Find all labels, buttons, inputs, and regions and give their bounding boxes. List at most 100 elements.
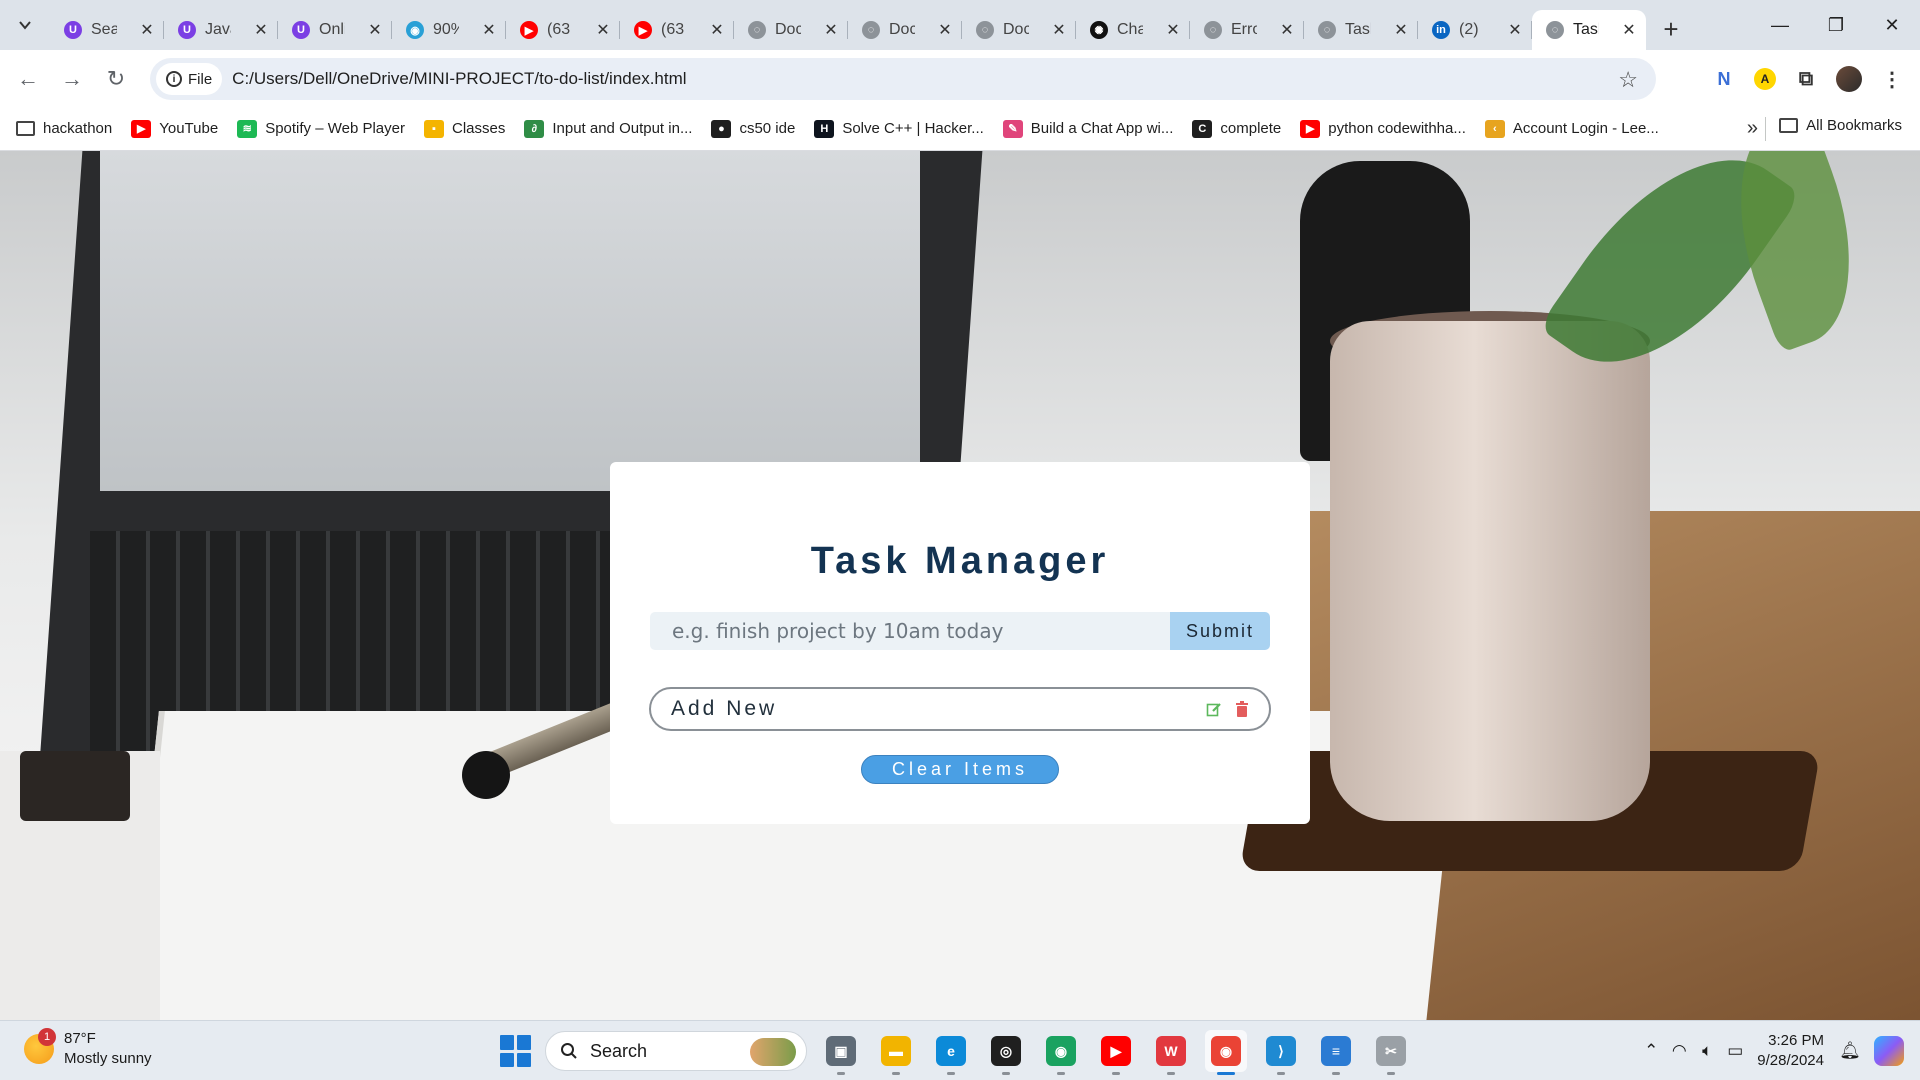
edit-icon[interactable]	[1205, 700, 1223, 718]
close-tab-icon[interactable]: ✕	[138, 20, 156, 40]
close-tab-icon[interactable]: ✕	[480, 20, 498, 40]
clock[interactable]: 3:26 PM 9/28/2024	[1757, 1031, 1824, 1071]
tab[interactable]: U Onli ✕	[278, 10, 392, 50]
running-indicator	[837, 1072, 845, 1075]
tab[interactable]: U Sear ✕	[50, 10, 164, 50]
task-input[interactable]	[650, 612, 1170, 650]
bookmark-item[interactable]: ✎ Build a Chat App wi...	[1002, 119, 1173, 138]
more-menu-icon[interactable]: ⋮	[1878, 65, 1906, 93]
close-tab-icon[interactable]: ✕	[1392, 20, 1410, 40]
weather-widget[interactable]: 1 87°F Mostly sunny	[24, 1028, 152, 1069]
taskbar-app[interactable]: ◉	[1205, 1030, 1247, 1075]
taskbar-app[interactable]: ▬	[875, 1030, 917, 1075]
clear-items-button[interactable]: Clear Items	[861, 755, 1059, 784]
tab-title: Doc	[1003, 21, 1029, 38]
taskbar-app[interactable]: ▶	[1095, 1030, 1137, 1075]
task-text: Add New	[671, 697, 778, 720]
close-tab-icon[interactable]: ✕	[252, 20, 270, 40]
close-tab-icon[interactable]: ✕	[1278, 20, 1296, 40]
url-text[interactable]: C:/Users/Dell/OneDrive/MINI-PROJECT/to-d…	[232, 69, 686, 89]
bookmark-label: python codewithha...	[1328, 120, 1466, 137]
notification-badge: 1	[38, 1028, 56, 1046]
taskbar-app[interactable]: ✂	[1370, 1030, 1412, 1075]
bookmark-label: hackathon	[43, 120, 113, 137]
tab[interactable]: ◌ Doc ✕	[962, 10, 1076, 50]
site-info-chip[interactable]: i File	[156, 63, 223, 95]
tab[interactable]: ▶ (63 ✕	[620, 10, 734, 50]
close-tab-icon[interactable]: ✕	[1164, 20, 1182, 40]
back-button[interactable]: ←	[10, 61, 46, 97]
avatar[interactable]	[1836, 66, 1862, 92]
bookmark-list: hackathon ▶ YouTube ≋ Spotify – Web Player ▪ C…	[16, 119, 1678, 138]
tab[interactable]: ▶ (63 ✕	[506, 10, 620, 50]
puzzle-icon[interactable]: ⧉	[1792, 65, 1820, 93]
taskbar-app[interactable]: e	[930, 1030, 972, 1075]
tab[interactable]: ◌ Erro ✕	[1190, 10, 1304, 50]
close-window-button[interactable]: ✕	[1864, 0, 1920, 50]
bookmark-item[interactable]: Ccomplete	[1192, 119, 1281, 138]
running-indicator	[892, 1072, 900, 1075]
tab[interactable]: ◉ 90% ✕	[392, 10, 506, 50]
taskbar-app[interactable]: ≡	[1315, 1030, 1357, 1075]
bookmark-item[interactable]: ∂ Input and Output in...	[524, 119, 692, 138]
tab[interactable]: in (2) ✕	[1418, 10, 1532, 50]
submit-button[interactable]: Submit	[1170, 612, 1270, 650]
bookmark-item[interactable]: ● cs50 ide	[711, 119, 795, 138]
tab[interactable]: U Java ✕	[164, 10, 278, 50]
bookmark-item[interactable]: H Solve C++ | Hacker...	[814, 119, 984, 138]
close-tab-icon[interactable]: ✕	[822, 20, 840, 40]
all-bookmarks-button[interactable]: All Bookmarks	[1779, 117, 1902, 134]
bookmark-item[interactable]: ▶ YouTube	[131, 119, 218, 138]
tab[interactable]: ◌ Doc ✕	[848, 10, 962, 50]
taskbar-search[interactable]: Search	[545, 1031, 807, 1071]
close-tab-icon[interactable]: ✕	[1050, 20, 1068, 40]
running-indicator	[1002, 1072, 1010, 1075]
bookmark-item[interactable]: hackathon	[16, 120, 112, 137]
reload-button[interactable]: ↻	[98, 61, 134, 97]
extension-n-icon[interactable]: N	[1710, 65, 1738, 93]
bookmark-item[interactable]: ≋ Spotify – Web Player	[237, 119, 405, 138]
more-bookmarks-icon[interactable]: »	[1747, 117, 1758, 140]
battery-icon[interactable]: ▭	[1721, 1037, 1749, 1065]
close-tab-icon[interactable]: ✕	[1620, 20, 1638, 40]
forward-button[interactable]: →	[54, 61, 90, 97]
tab[interactable]: ◌ Task ✕	[1532, 10, 1646, 50]
tab-title: Task	[1345, 21, 1371, 38]
taskbar-app[interactable]: ▣	[820, 1030, 862, 1075]
close-tab-icon[interactable]: ✕	[1506, 20, 1524, 40]
taskbar-app[interactable]: ◉	[1040, 1030, 1082, 1075]
chevron-up-icon[interactable]: ⌃	[1637, 1037, 1665, 1065]
close-tab-icon[interactable]: ✕	[708, 20, 726, 40]
copilot-icon[interactable]	[1874, 1036, 1904, 1066]
address-bar[interactable]: i File C:/Users/Dell/OneDrive/MINI-PROJE…	[150, 58, 1656, 100]
bookmark-item[interactable]: ▶ python codewithha...	[1300, 119, 1466, 138]
tab[interactable]: ✺ Cha ✕	[1076, 10, 1190, 50]
tab-title: Java	[205, 21, 231, 38]
close-tab-icon[interactable]: ✕	[366, 20, 384, 40]
restore-button[interactable]: ❐	[1808, 0, 1864, 50]
bookmark-item[interactable]: ▪ Classes	[423, 119, 505, 138]
volume-icon[interactable]: 🔈︎	[1693, 1037, 1721, 1065]
tab[interactable]: ◌ Task ✕	[1304, 10, 1418, 50]
minimize-button[interactable]: —	[1752, 0, 1808, 50]
running-indicator	[1217, 1072, 1235, 1075]
wifi-icon[interactable]: ◠	[1665, 1037, 1693, 1065]
close-tab-icon[interactable]: ✕	[936, 20, 954, 40]
taskbar-app[interactable]: ◎	[985, 1030, 1027, 1075]
task-actions	[1205, 700, 1251, 718]
bell-icon[interactable]: 🔔︎	[1836, 1037, 1864, 1065]
arrow-left-icon: ←	[17, 65, 39, 91]
youtube-icon: ▶	[131, 119, 152, 138]
vscode-icon: ⟩	[1266, 1036, 1296, 1066]
close-tab-icon[interactable]: ✕	[594, 20, 612, 40]
tab[interactable]: ◌ Doc ✕	[734, 10, 848, 50]
extension-a-icon[interactable]: A	[1754, 68, 1776, 90]
bookmark-item[interactable]: ‹ Account Login - Lee...	[1484, 119, 1659, 138]
tab-search-button[interactable]	[8, 8, 42, 42]
new-tab-button[interactable]: +	[1654, 12, 1688, 46]
taskbar-app[interactable]: ⟩	[1260, 1030, 1302, 1075]
trash-icon[interactable]	[1233, 700, 1251, 718]
bookmark-star-icon[interactable]: ☆	[1618, 67, 1638, 93]
taskbar-app[interactable]: W	[1150, 1030, 1192, 1075]
windows-start-icon[interactable]	[500, 1035, 532, 1067]
